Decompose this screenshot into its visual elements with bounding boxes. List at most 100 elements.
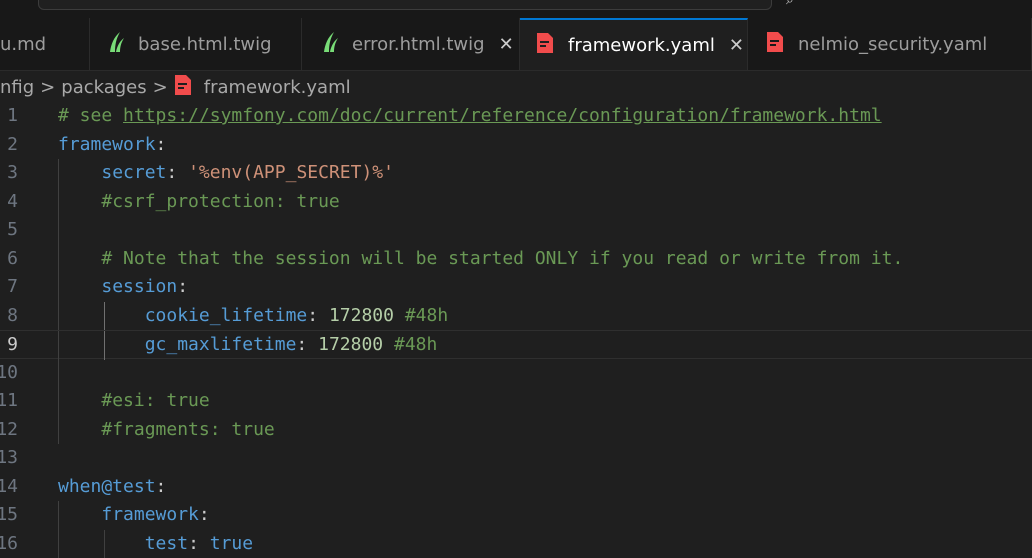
line-number: 4 bbox=[0, 188, 18, 217]
code-token: #csrf_protection: true bbox=[101, 191, 339, 212]
code-text: secret: '%env(APP_SECRET)%' bbox=[58, 159, 394, 188]
indent bbox=[58, 334, 145, 355]
indent bbox=[58, 162, 101, 183]
code-text: #csrf_protection: true bbox=[58, 188, 340, 217]
breadcrumb-item-file[interactable]: framework.yaml bbox=[204, 77, 351, 98]
code-text: framework: bbox=[58, 501, 210, 530]
command-center-search[interactable] bbox=[38, 0, 772, 10]
tab-framework-yaml[interactable]: framework.yaml ✕ bbox=[520, 18, 748, 70]
code-token: secret bbox=[101, 162, 166, 183]
code-token: # Note that the session will be started … bbox=[101, 248, 903, 269]
code-text: session: bbox=[58, 273, 188, 302]
code-line[interactable]: 6 # Note that the session will be starte… bbox=[0, 245, 1032, 274]
line-number: 2 bbox=[0, 131, 18, 160]
line-number: 3 bbox=[0, 159, 18, 188]
code-text: gc_maxlifetime: 172800 #48h bbox=[58, 331, 437, 360]
close-icon[interactable]: ✕ bbox=[499, 34, 514, 55]
twig-icon bbox=[106, 30, 128, 59]
line-number: 1 bbox=[0, 102, 18, 131]
code-line[interactable]: 11 #esi: true bbox=[0, 387, 1032, 416]
code-token: when@test bbox=[58, 476, 156, 497]
yaml-icon bbox=[536, 32, 558, 59]
tab-base-twig[interactable]: base.html.twig bbox=[90, 18, 302, 70]
code-token: #48h bbox=[394, 305, 448, 326]
indent bbox=[58, 191, 101, 212]
code-token: session bbox=[101, 276, 177, 297]
code-editor[interactable]: 1 # see https://symfony.com/doc/current/r… bbox=[0, 102, 1032, 547]
code-token: : bbox=[156, 476, 167, 497]
code-text: #fragments: true bbox=[58, 416, 275, 445]
indent-guide bbox=[58, 359, 59, 388]
code-text: #esi: true bbox=[58, 387, 210, 416]
code-line[interactable]: 3 secret: '%env(APP_SECRET)%' bbox=[0, 159, 1032, 188]
indent bbox=[58, 305, 145, 326]
code-line[interactable]: 13 bbox=[0, 444, 1032, 473]
code-token: # see bbox=[58, 105, 123, 126]
code-line[interactable]: 4 #csrf_protection: true bbox=[0, 188, 1032, 217]
code-token: #fragments: true bbox=[101, 419, 274, 440]
line-number: 6 bbox=[0, 245, 18, 274]
code-token: framework bbox=[101, 504, 199, 525]
indent bbox=[58, 248, 101, 269]
code-token: : bbox=[296, 334, 318, 355]
code-line[interactable]: 5 bbox=[0, 216, 1032, 245]
code-token: 172800 bbox=[329, 305, 394, 326]
line-number: 10 bbox=[0, 359, 18, 388]
tab-label: u.md bbox=[0, 34, 46, 55]
indent bbox=[58, 504, 101, 525]
code-text: # see https://symfony.com/doc/current/re… bbox=[58, 102, 882, 131]
chevron-right-icon: > bbox=[153, 77, 168, 98]
code-token: 172800 bbox=[318, 334, 383, 355]
line-number: 11 bbox=[0, 387, 18, 416]
code-token: cookie_lifetime bbox=[145, 305, 308, 326]
tab-nelmio-security-yaml[interactable]: nelmio_security.yaml bbox=[748, 18, 1032, 70]
code-line[interactable]: 16 test: true bbox=[0, 530, 1032, 558]
line-number: 13 bbox=[0, 444, 18, 473]
line-number: 15 bbox=[0, 501, 18, 530]
indent bbox=[58, 533, 145, 554]
code-token: : bbox=[166, 162, 188, 183]
tab-readme[interactable]: u.md bbox=[0, 18, 90, 70]
close-icon[interactable]: ✕ bbox=[729, 35, 744, 56]
code-line[interactable]: 15 framework: bbox=[0, 501, 1032, 530]
code-line[interactable]: 8 cookie_lifetime: 172800 #48h bbox=[0, 302, 1032, 331]
twig-icon bbox=[320, 30, 342, 59]
breadcrumb-item-config[interactable]: nfig bbox=[0, 77, 34, 98]
yaml-icon bbox=[174, 74, 196, 101]
code-line[interactable]: 7 session: bbox=[0, 273, 1032, 302]
line-number: 5 bbox=[0, 216, 18, 245]
code-text: cookie_lifetime: 172800 #48h bbox=[58, 302, 448, 331]
code-line[interactable]: 2 framework: bbox=[0, 131, 1032, 160]
code-line[interactable]: 12 #fragments: true bbox=[0, 416, 1032, 445]
line-number: 14 bbox=[0, 473, 18, 502]
tab-label: framework.yaml bbox=[568, 35, 715, 56]
tab-label: nelmio_security.yaml bbox=[798, 34, 987, 55]
line-number: 9 bbox=[0, 331, 18, 360]
tab-label: base.html.twig bbox=[138, 34, 272, 55]
code-line[interactable]: 14 when@test: bbox=[0, 473, 1032, 502]
breadcrumb-item-packages[interactable]: packages bbox=[61, 77, 146, 98]
code-token: : bbox=[156, 134, 167, 155]
code-line[interactable]: 1 # see https://symfony.com/doc/current/r… bbox=[0, 102, 1032, 131]
code-token: framework bbox=[58, 134, 156, 155]
code-token: true bbox=[210, 533, 253, 554]
code-text: # Note that the session will be started … bbox=[58, 245, 903, 274]
url-link[interactable]: https://symfony.com/doc/current/referenc… bbox=[123, 105, 882, 126]
breadcrumb: nfig > packages > framework.yaml bbox=[0, 74, 351, 100]
line-number: 7 bbox=[0, 273, 18, 302]
indent bbox=[58, 390, 101, 411]
code-line[interactable]: 9 gc_maxlifetime: 172800 #48h bbox=[0, 330, 1032, 359]
code-token: '%env(APP_SECRET)%' bbox=[188, 162, 394, 183]
chevron-right-icon: > bbox=[40, 77, 55, 98]
line-number: 8 bbox=[0, 302, 18, 331]
editor-tabs: u.md base.html.twig error.html.twig ✕ fr… bbox=[0, 18, 1032, 71]
code-token: gc_maxlifetime bbox=[145, 334, 297, 355]
indent bbox=[58, 276, 101, 297]
tab-label: error.html.twig bbox=[352, 34, 485, 55]
title-bar: ⌕ bbox=[0, 0, 1032, 18]
code-line[interactable]: 10 bbox=[0, 359, 1032, 388]
tab-error-twig[interactable]: error.html.twig ✕ bbox=[302, 18, 520, 70]
code-text: when@test: bbox=[58, 473, 166, 502]
search-icon[interactable]: ⌕ bbox=[786, 0, 794, 8]
code-token: #esi: true bbox=[101, 390, 209, 411]
